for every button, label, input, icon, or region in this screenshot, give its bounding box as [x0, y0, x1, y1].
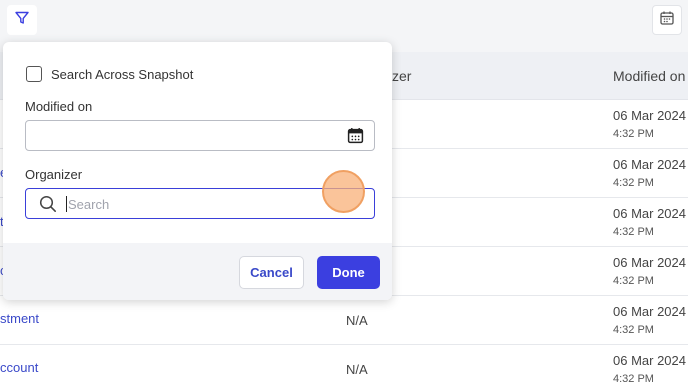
row-modified-time: 4:32 PM [613, 177, 654, 189]
row-modified-date: 06 Mar 2024 [613, 108, 686, 123]
row-organizer: N/A [346, 313, 368, 328]
organizer-label: Organizer [25, 167, 83, 182]
filter-button[interactable] [7, 5, 37, 35]
search-icon [39, 195, 57, 218]
calendar-icon[interactable] [347, 127, 364, 149]
table-row[interactable]: stment N/A 06 Mar 2024 4:32 PM [0, 296, 688, 345]
row-name-link[interactable]: stment [0, 311, 39, 326]
filter-icon [14, 10, 30, 31]
row-modified-date: 06 Mar 2024 [613, 157, 686, 172]
table-row[interactable]: ccount N/A 06 Mar 2024 4:32 PM [0, 345, 688, 384]
text-caret [66, 196, 67, 212]
calendar-icon [659, 10, 675, 31]
column-header-modified-on[interactable]: Modified on [613, 68, 685, 84]
done-button[interactable]: Done [317, 256, 380, 289]
row-modified-time: 4:32 PM [613, 324, 654, 336]
row-modified-time: 4:32 PM [613, 373, 654, 384]
row-modified-time: 4:32 PM [613, 128, 654, 140]
organizer-search-placeholder: Search [68, 197, 110, 212]
modified-on-label: Modified on [25, 99, 93, 114]
row-modified-date: 06 Mar 2024 [613, 304, 686, 319]
modified-on-date-field[interactable] [25, 120, 375, 151]
column-header-organizer[interactable]: zer [392, 68, 411, 84]
search-across-snapshot-checkbox[interactable] [26, 66, 42, 82]
calendar-button[interactable] [652, 5, 682, 35]
click-indicator [322, 170, 365, 213]
top-toolbar [0, 0, 688, 42]
row-name-link[interactable]: ccount [0, 360, 38, 375]
search-across-snapshot-label: Search Across Snapshot [51, 66, 194, 82]
row-modified-time: 4:32 PM [613, 275, 654, 287]
row-modified-date: 06 Mar 2024 [613, 353, 686, 368]
row-modified-date: 06 Mar 2024 [613, 255, 686, 270]
search-across-snapshot-option[interactable]: Search Across Snapshot [26, 66, 193, 82]
row-organizer: N/A [346, 362, 368, 377]
row-modified-time: 4:32 PM [613, 226, 654, 238]
row-modified-date: 06 Mar 2024 [613, 206, 686, 221]
cancel-button[interactable]: Cancel [239, 256, 304, 289]
